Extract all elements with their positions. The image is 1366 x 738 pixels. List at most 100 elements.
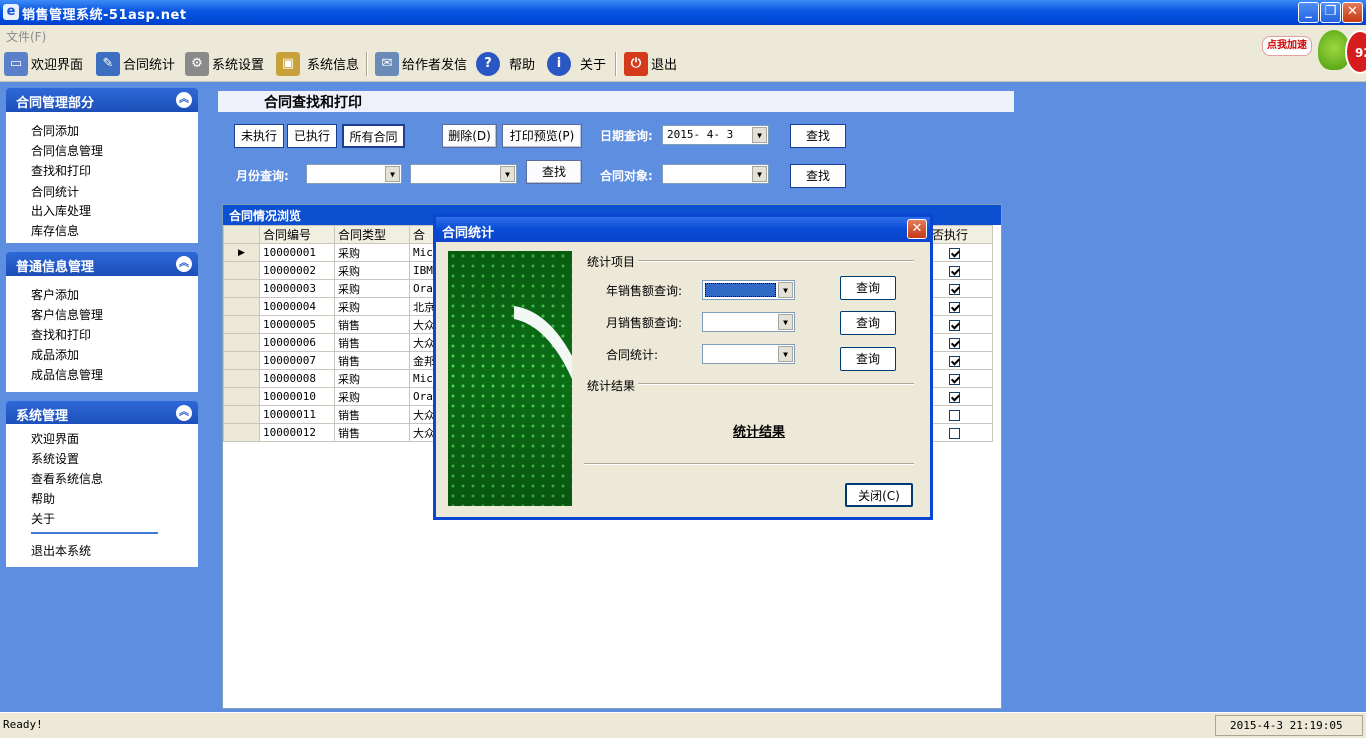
chevron-down-icon[interactable]: ▼: [385, 166, 400, 182]
sidebar-item-contract-manage[interactable]: 合同信息管理: [31, 142, 103, 159]
print-preview-button[interactable]: 打印预览(P): [502, 124, 582, 148]
year-select[interactable]: ▼: [306, 164, 402, 184]
sidebar-group-contract-header[interactable]: 合同管理部分 ︽: [6, 88, 198, 112]
sidebar-item-search-print[interactable]: 查找和打印: [31, 326, 91, 343]
cell-type[interactable]: 采购: [334, 279, 410, 298]
cell-type[interactable]: 销售: [334, 315, 410, 334]
cell-type[interactable]: 销售: [334, 333, 410, 352]
executed-checkbox[interactable]: [949, 265, 960, 277]
cell-id[interactable]: 10000008: [259, 369, 335, 388]
executed-checkbox[interactable]: [949, 373, 960, 385]
toolbar-help-button[interactable]: ? 帮助: [476, 50, 535, 77]
column-header-executed[interactable]: 否执行: [928, 225, 993, 244]
collapse-icon[interactable]: ︽: [176, 256, 192, 272]
row-header[interactable]: [223, 423, 260, 442]
sidebar-item-contract-add[interactable]: 合同添加: [31, 122, 79, 139]
date-picker[interactable]: 2015- 4- 3 ▼: [662, 125, 769, 145]
contract-count-select[interactable]: ▼: [702, 344, 795, 364]
row-header[interactable]: [223, 387, 260, 406]
toolbar-info-button[interactable]: ▣ 系统信息: [276, 50, 359, 77]
cell-id[interactable]: 10000005: [259, 315, 335, 334]
cell-type[interactable]: 采购: [334, 369, 410, 388]
row-header[interactable]: [223, 351, 260, 370]
cell-type[interactable]: 采购: [334, 261, 410, 280]
cell-type[interactable]: 销售: [334, 351, 410, 370]
sidebar-item-product-manage[interactable]: 成品信息管理: [31, 366, 103, 383]
executed-checkbox[interactable]: [949, 283, 960, 295]
sidebar-item-exit[interactable]: 退出本系统: [31, 542, 91, 559]
sidebar-item-customer-add[interactable]: 客户添加: [31, 286, 79, 303]
month-sales-query-button[interactable]: 查询: [840, 311, 896, 335]
toolbar-mail-button[interactable]: ✉ 给作者发信: [375, 50, 467, 77]
toolbar-exit-button[interactable]: ⏻ 退出: [624, 50, 677, 77]
executed-checkbox[interactable]: [949, 301, 960, 313]
cell-id[interactable]: 10000012: [259, 423, 335, 442]
cell-id[interactable]: 10000011: [259, 405, 335, 424]
sidebar-item-contract-search[interactable]: 查找和打印: [31, 162, 91, 179]
executed-checkbox[interactable]: [949, 409, 960, 421]
chevron-down-icon[interactable]: ▼: [752, 127, 767, 143]
month-sales-select[interactable]: ▼: [702, 312, 795, 332]
row-header[interactable]: [223, 333, 260, 352]
executed-checkbox[interactable]: [949, 391, 960, 403]
maximize-button[interactable]: ❐: [1320, 2, 1341, 23]
row-header[interactable]: [223, 315, 260, 334]
toolbar-about-button[interactable]: i 关于: [547, 50, 606, 77]
menu-file[interactable]: 文件(F): [6, 28, 46, 45]
cell-type[interactable]: 销售: [334, 405, 410, 424]
sidebar-item-sysinfo[interactable]: 查看系统信息: [31, 470, 103, 487]
delete-button[interactable]: 删除(D): [442, 124, 497, 148]
row-header[interactable]: [223, 279, 260, 298]
cell-type[interactable]: 采购: [334, 297, 410, 316]
sidebar-item-about[interactable]: 关于: [31, 510, 55, 527]
cell-id[interactable]: 10000007: [259, 351, 335, 370]
row-header[interactable]: [223, 297, 260, 316]
executed-checkbox[interactable]: [949, 427, 960, 439]
sidebar-item-help[interactable]: 帮助: [31, 490, 55, 507]
collapse-icon[interactable]: ︽: [176, 92, 192, 108]
month-select[interactable]: ▼: [410, 164, 517, 184]
sidebar-item-contract-stats[interactable]: 合同统计: [31, 183, 79, 200]
cell-id[interactable]: 10000002: [259, 261, 335, 280]
chevron-down-icon[interactable]: ▼: [778, 346, 793, 362]
chevron-down-icon[interactable]: ▼: [500, 166, 515, 182]
cell-id[interactable]: 10000003: [259, 279, 335, 298]
dialog-close-button[interactable]: 关闭(C): [845, 483, 913, 507]
speedup-badge[interactable]: 点我加速: [1262, 36, 1312, 56]
row-header[interactable]: [223, 261, 260, 280]
executed-checkbox[interactable]: [949, 319, 960, 331]
month-find-button[interactable]: 查找: [526, 160, 582, 184]
minimize-button[interactable]: _: [1298, 2, 1319, 23]
year-sales-query-button[interactable]: 查询: [840, 276, 896, 300]
toolbar-settings-button[interactable]: ⚙ 系统设置: [185, 50, 264, 77]
cell-id[interactable]: 10000004: [259, 297, 335, 316]
cell-id[interactable]: 10000010: [259, 387, 335, 406]
date-find-button[interactable]: 查找: [790, 124, 846, 148]
filter-executed-button[interactable]: 已执行: [287, 124, 337, 148]
sidebar-item-welcome[interactable]: 欢迎界面: [31, 430, 79, 447]
sidebar-item-settings[interactable]: 系统设置: [31, 450, 79, 467]
chevron-down-icon[interactable]: ▼: [778, 282, 793, 298]
row-header[interactable]: ▶: [223, 243, 260, 262]
close-button[interactable]: ✕: [1342, 2, 1363, 23]
cell-id[interactable]: 10000001: [259, 243, 335, 262]
column-header-type[interactable]: 合同类型: [334, 225, 410, 244]
sidebar-item-stock[interactable]: 库存信息: [31, 222, 79, 239]
year-sales-select[interactable]: ▼: [702, 280, 795, 300]
sidebar-item-product-add[interactable]: 成品添加: [31, 346, 79, 363]
chevron-down-icon[interactable]: ▼: [778, 314, 793, 330]
cell-type[interactable]: 销售: [334, 423, 410, 442]
toolbar-welcome-button[interactable]: ▭ 欢迎界面: [4, 50, 83, 77]
chevron-down-icon[interactable]: ▼: [752, 166, 767, 182]
sidebar-item-inout[interactable]: 出入库处理: [31, 202, 91, 219]
executed-checkbox[interactable]: [949, 247, 960, 259]
cell-type[interactable]: 采购: [334, 243, 410, 262]
party-select[interactable]: ▼: [662, 164, 769, 184]
filter-all-button[interactable]: 所有合同: [342, 124, 405, 148]
cell-id[interactable]: 10000006: [259, 333, 335, 352]
dialog-close-icon[interactable]: ✕: [907, 219, 927, 239]
row-header[interactable]: [223, 405, 260, 424]
executed-checkbox[interactable]: [949, 337, 960, 349]
sidebar-group-system-header[interactable]: 系统管理 ︽: [6, 401, 198, 425]
collapse-icon[interactable]: ︽: [176, 405, 192, 421]
